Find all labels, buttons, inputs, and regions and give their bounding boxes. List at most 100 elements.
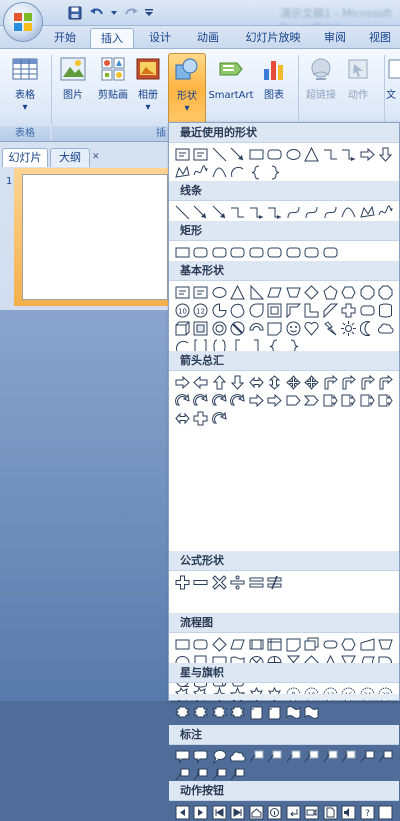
curved-ribbon-up-icon[interactable] — [210, 703, 229, 721]
curved-left-icon[interactable] — [192, 391, 211, 409]
l-shape-icon[interactable] — [303, 301, 322, 319]
multidocument-icon[interactable] — [303, 635, 322, 653]
tab-outline[interactable]: 大纲 — [50, 148, 90, 167]
plaque-icon[interactable] — [358, 301, 377, 319]
predefined-icon[interactable] — [247, 635, 266, 653]
curved-arrow-icon[interactable] — [303, 203, 322, 221]
circular-arrow-icon[interactable] — [210, 409, 229, 427]
left-right-up-arrow-icon[interactable] — [303, 373, 322, 391]
round3-icon[interactable] — [321, 243, 340, 261]
arc-icon[interactable] — [229, 163, 248, 181]
oval-icon[interactable] — [210, 283, 229, 301]
right-arrow-icon[interactable] — [358, 145, 377, 163]
left-up-arrow-icon[interactable] — [358, 373, 377, 391]
line-callout2-accent-icon[interactable] — [321, 747, 340, 765]
heptagon-icon[interactable] — [358, 283, 377, 301]
undo-icon[interactable] — [88, 5, 106, 21]
preparation-icon[interactable] — [340, 635, 359, 653]
close-panel-icon[interactable]: ✕ — [92, 152, 102, 162]
no-symbol-icon[interactable] — [229, 319, 248, 337]
multiply-icon[interactable] — [210, 573, 229, 591]
line-callout1-accent-icon[interactable] — [303, 747, 322, 765]
textbox-icon[interactable] — [173, 283, 192, 301]
bevel-icon[interactable] — [192, 319, 211, 337]
btn-help-icon[interactable]: ? — [358, 803, 377, 821]
lightning-icon[interactable] — [321, 319, 340, 337]
pentagon-icon[interactable] — [321, 283, 340, 301]
block-arc-icon[interactable] — [247, 319, 266, 337]
curve-icon[interactable] — [340, 203, 359, 221]
left-right-arrow-icon[interactable] — [247, 373, 266, 391]
line-callout1-icon[interactable] — [247, 747, 266, 765]
notched-right-icon[interactable] — [266, 391, 285, 409]
cloud-icon[interactable] — [377, 319, 396, 337]
btn-beginning-icon[interactable] — [210, 803, 229, 821]
manual-operation-icon[interactable] — [377, 635, 396, 653]
gallery-resize-grip[interactable] — [169, 694, 399, 700]
curved-icon[interactable] — [284, 203, 303, 221]
minus-icon[interactable] — [192, 573, 211, 591]
down-arrow-icon[interactable] — [229, 373, 248, 391]
btn-back-icon[interactable] — [173, 803, 192, 821]
line-icon[interactable] — [173, 203, 192, 221]
can-icon[interactable] — [377, 301, 396, 319]
ribbon-up-icon[interactable] — [173, 703, 192, 721]
arrow-line-icon[interactable] — [192, 203, 211, 221]
curved-double-arrow-icon[interactable] — [321, 203, 340, 221]
elbow-icon[interactable] — [229, 203, 248, 221]
rect-callout-icon[interactable] — [173, 747, 192, 765]
btn-information-icon[interactable] — [266, 803, 285, 821]
octagon-icon[interactable] — [377, 283, 396, 301]
line-callout1-border-icon[interactable] — [358, 747, 377, 765]
u-turn-arrow-icon[interactable] — [340, 373, 359, 391]
tab-home[interactable]: 开始 — [46, 28, 84, 48]
document-icon[interactable] — [284, 635, 303, 653]
left-arrow-icon[interactable] — [192, 373, 211, 391]
freeform-icon[interactable] — [358, 203, 377, 221]
rounded-callout-icon[interactable] — [192, 747, 211, 765]
snip-round-icon[interactable] — [266, 243, 285, 261]
hyperlink-button[interactable]: 超链接 — [302, 53, 340, 123]
cross-icon[interactable] — [340, 301, 359, 319]
btn-custom-icon[interactable] — [377, 803, 396, 821]
textbox-button[interactable]: 文 — [386, 53, 400, 123]
undo-dropdown-icon[interactable] — [110, 5, 118, 21]
oval-icon[interactable] — [284, 145, 303, 163]
curve-icon[interactable] — [210, 163, 229, 181]
up-arrow-icon[interactable] — [210, 373, 229, 391]
freeform-icon[interactable] — [173, 163, 192, 181]
bent-up-arrow-icon[interactable] — [377, 373, 396, 391]
pie-icon[interactable] — [210, 301, 229, 319]
snip2-icon[interactable] — [229, 243, 248, 261]
rounded-rect-icon[interactable] — [266, 145, 285, 163]
plus-icon[interactable] — [173, 573, 192, 591]
teardrop-icon[interactable] — [247, 301, 266, 319]
elbow-icon[interactable] — [321, 145, 340, 163]
decision-icon[interactable] — [210, 635, 229, 653]
smiley-icon[interactable] — [284, 319, 303, 337]
triangle-icon[interactable] — [229, 283, 248, 301]
striped-right-icon[interactable] — [247, 391, 266, 409]
curved-right-icon[interactable] — [173, 391, 192, 409]
btn-forward-icon[interactable] — [192, 803, 211, 821]
curved-ribbon-down-icon[interactable] — [229, 703, 248, 721]
curved-down-icon[interactable] — [229, 391, 248, 409]
terminator-icon[interactable] — [321, 635, 340, 653]
btn-end-icon[interactable] — [229, 803, 248, 821]
arrow-line-icon[interactable] — [229, 145, 248, 163]
elbow-arrow-icon[interactable] — [340, 145, 359, 163]
line-callout3-accent-icon[interactable] — [340, 747, 359, 765]
right-arrow-icon[interactable] — [173, 373, 192, 391]
quad-arrow-icon[interactable] — [284, 373, 303, 391]
right-callout-icon[interactable] — [321, 391, 340, 409]
folded-corner-icon[interactable] — [266, 319, 285, 337]
tab-view[interactable]: 视图 — [362, 28, 398, 48]
snip3-icon[interactable] — [247, 243, 266, 261]
tab-design[interactable]: 设计 — [140, 28, 180, 48]
chart-button[interactable]: 图表 — [256, 53, 292, 123]
process-icon[interactable] — [173, 635, 192, 653]
not-equal-icon[interactable] — [266, 573, 285, 591]
round2-icon[interactable] — [303, 243, 322, 261]
alternate-process-icon[interactable] — [192, 635, 211, 653]
textbox-vertical-icon[interactable] — [192, 283, 211, 301]
